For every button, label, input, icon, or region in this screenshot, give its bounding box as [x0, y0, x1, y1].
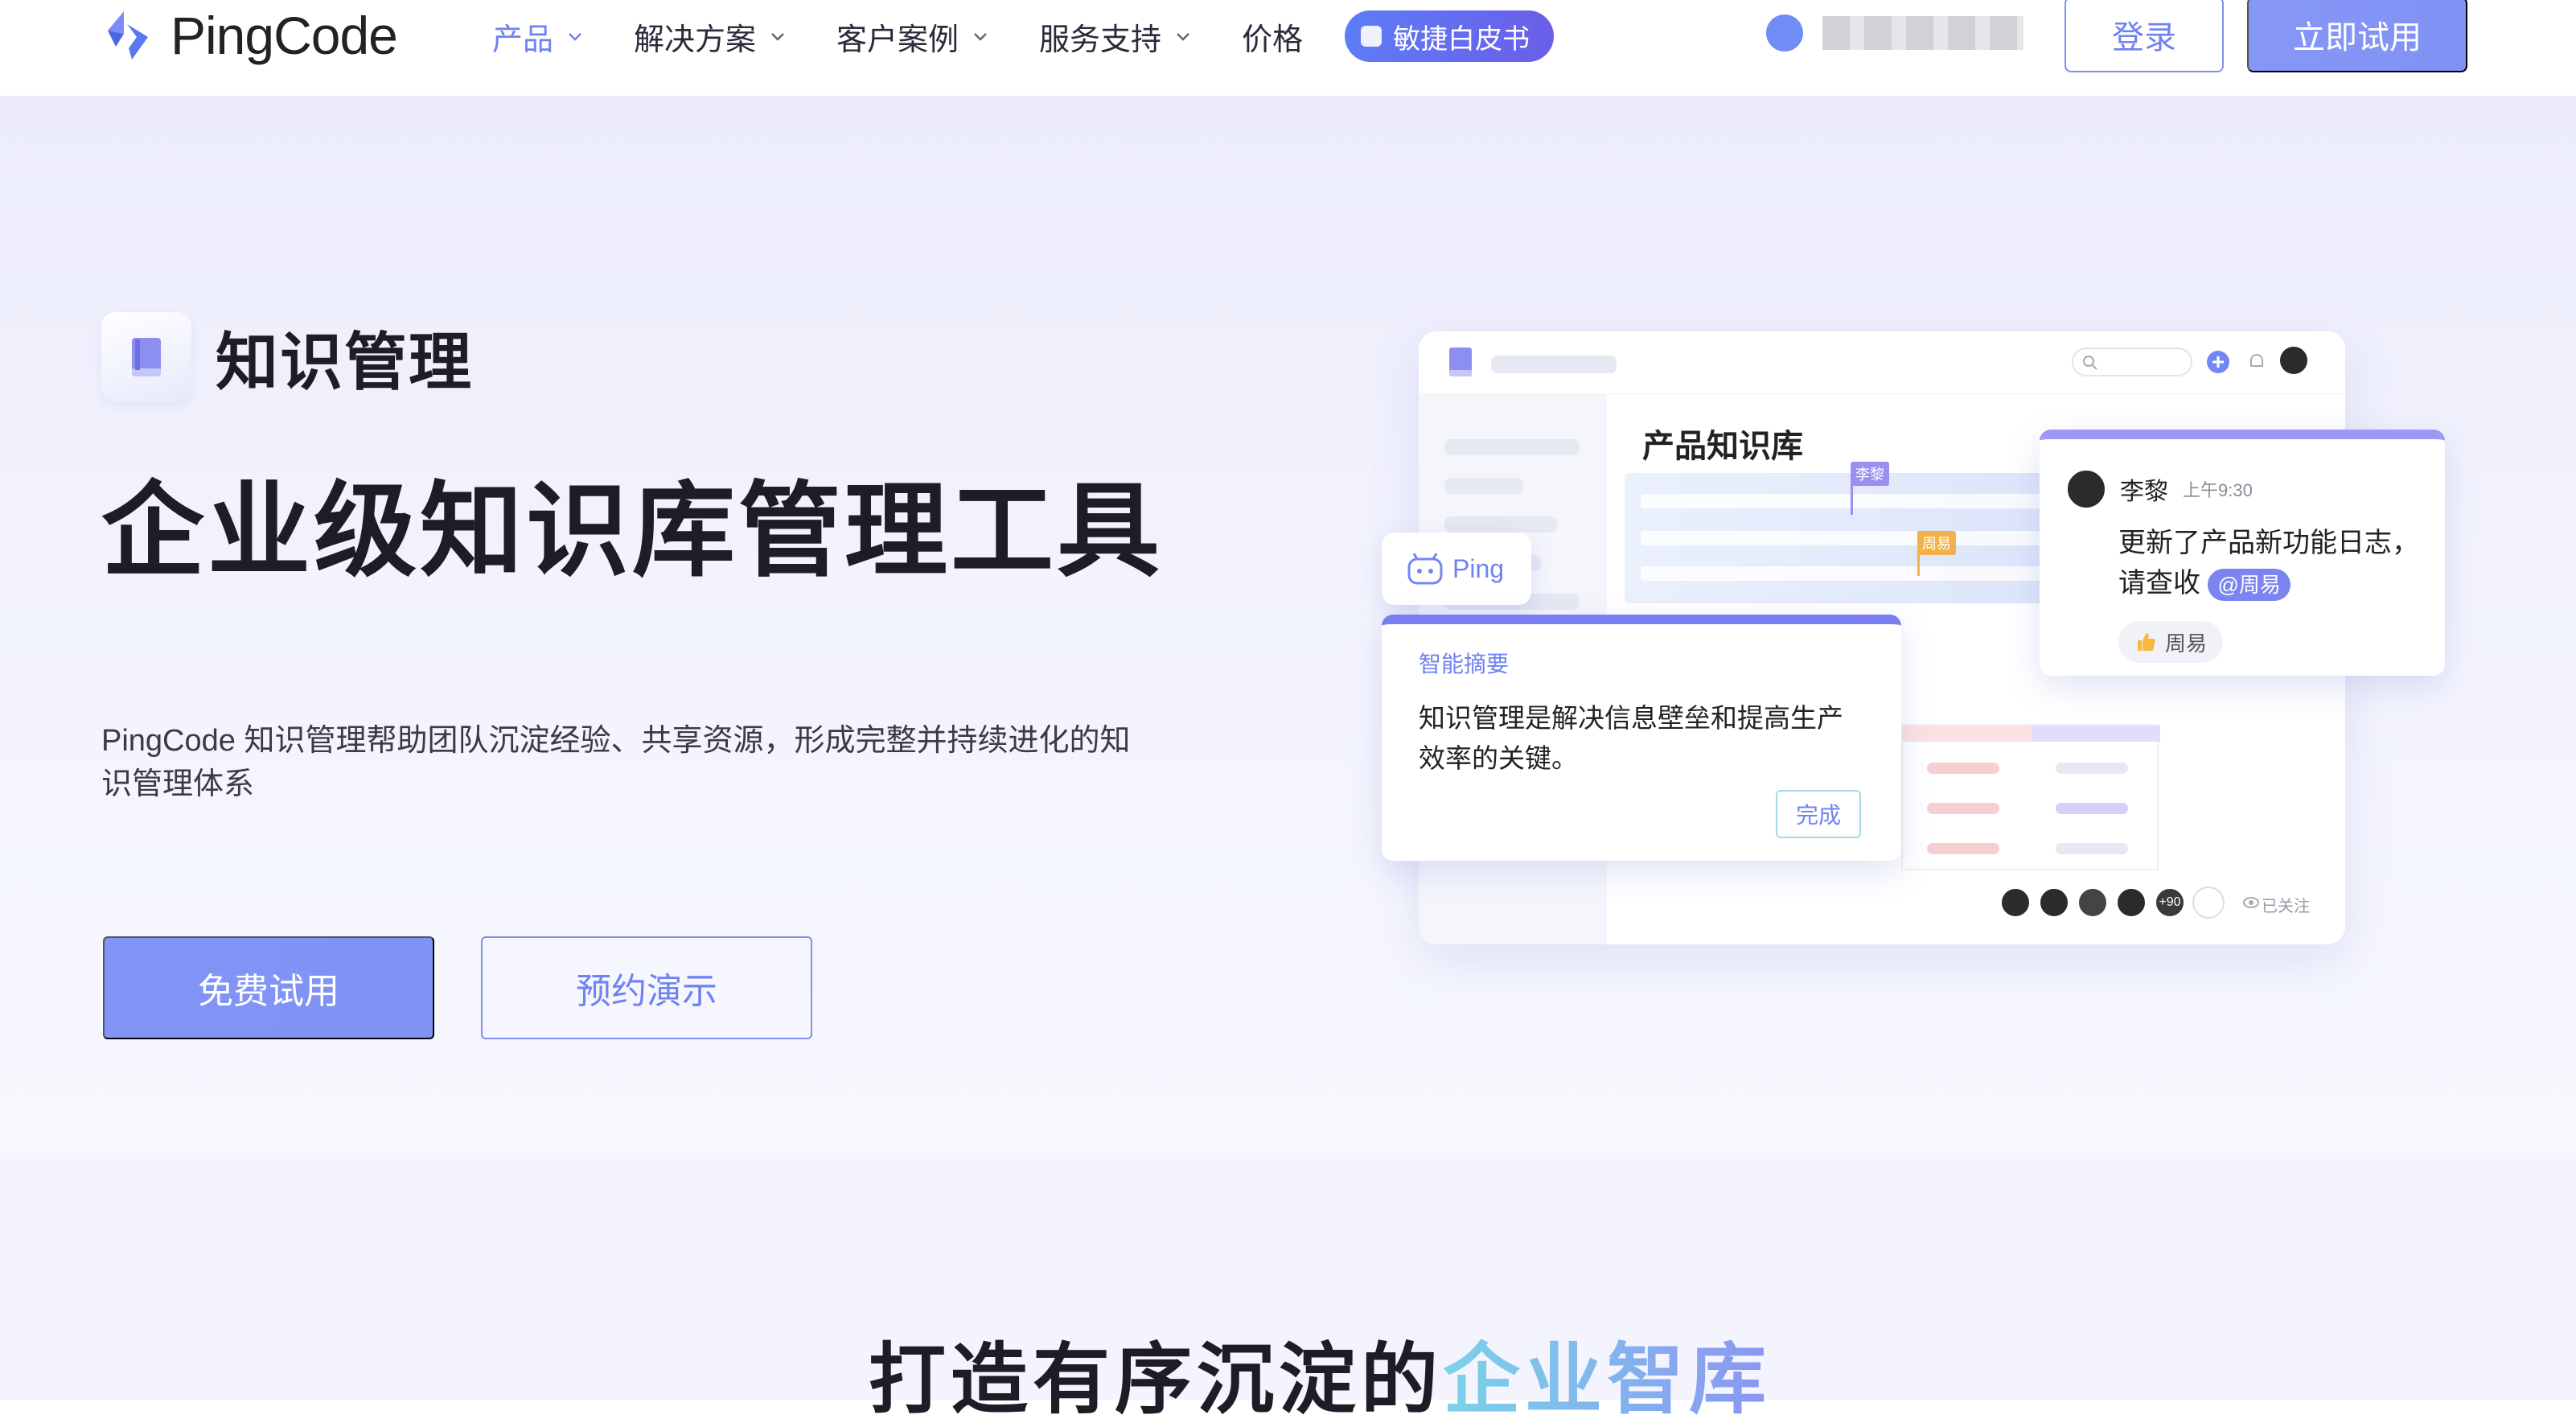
- placeholder-bar: [2056, 763, 2128, 774]
- brand-logo[interactable]: PingCode: [100, 3, 398, 68]
- section-title: 打造有序沉淀的企业智库: [869, 1342, 1771, 1419]
- placeholder-bar: [1641, 494, 2043, 508]
- nav-item-label: 客户案例: [836, 23, 959, 57]
- table-header: [2032, 726, 2160, 742]
- bell-icon: [2250, 354, 2263, 367]
- ping-assistant-card: Ping: [1382, 533, 1531, 605]
- chevron-down-icon: [974, 33, 987, 41]
- chevron-down-icon: [569, 33, 581, 41]
- collaborator-tag: 周易: [1917, 531, 1956, 555]
- placeholder-bar: [1444, 439, 1580, 455]
- summary-done-button: 完成: [1776, 790, 1861, 838]
- phone-number-redacted: [1822, 16, 2023, 50]
- comment-text: 更新了产品新功能日志，请查收 @周易: [2118, 523, 2432, 603]
- plus-icon: [2207, 351, 2229, 373]
- comment-time: 上午9:30: [2183, 480, 2253, 500]
- placeholder-bar: [1444, 516, 1557, 533]
- avatar: [2115, 886, 2147, 919]
- nav-item-support[interactable]: 服务支持: [1039, 14, 1192, 59]
- eye-icon: [2243, 897, 2259, 908]
- nav-item-cases[interactable]: 客户案例: [836, 14, 989, 59]
- free-trial-button[interactable]: 免费试用: [103, 936, 434, 1039]
- product-name: 知识管理: [216, 327, 474, 397]
- avatar: [2077, 886, 2109, 919]
- product-badge: 知识管理: [101, 312, 473, 402]
- comment-author: 李黎: [2120, 479, 2168, 505]
- nav-item-pricing[interactable]: 价格: [1242, 14, 1303, 59]
- phone-icon: [1766, 14, 1803, 51]
- avatar: [2278, 344, 2310, 376]
- placeholder-bar: [1927, 843, 1999, 854]
- table-header: [1903, 726, 2032, 742]
- placeholder-bar: [1641, 566, 2043, 581]
- top-navigation-bar: PingCode 产品 解决方案 客户案例 服务支持 价格 敏捷白皮书 登录 立…: [0, 0, 2576, 97]
- table-preview: [1901, 724, 2160, 870]
- avatar-more-count: +90: [2154, 886, 2186, 919]
- follow-label: 已关注: [2262, 898, 2310, 915]
- document-preview: [1625, 473, 2059, 603]
- like-user: 周易: [2165, 631, 2208, 656]
- ai-summary-label: 智能摘要: [1419, 652, 1510, 677]
- chevron-down-icon: [1177, 33, 1189, 41]
- book-icon: [132, 338, 161, 376]
- avatar: [2038, 886, 2070, 919]
- nav-item-label: 解决方案: [634, 23, 757, 57]
- section-title-highlight: 企业智库: [1443, 1337, 1771, 1423]
- nav-item-label: 价格: [1242, 23, 1304, 57]
- pingcode-logo-icon: [108, 11, 148, 60]
- collaborator-tag: 李黎: [1851, 462, 1889, 486]
- placeholder-bar: [1641, 531, 2043, 545]
- book-icon: [1449, 348, 1472, 376]
- placeholder-bar: [1927, 763, 1999, 774]
- whitepaper-link[interactable]: 敏捷白皮书: [1345, 10, 1555, 62]
- nav-item-solutions[interactable]: 解决方案: [634, 14, 787, 59]
- whitepaper-label: 敏捷白皮书: [1393, 23, 1530, 55]
- search-icon: [2083, 356, 2097, 370]
- main-nav: 产品 解决方案 客户案例 服务支持 价格 敏捷白皮书: [492, 8, 1555, 64]
- comment-card: 李黎 上午9:30 更新了产品新功能日志，请查收 @周易 周易: [2040, 430, 2445, 676]
- placeholder-bar: [2056, 843, 2128, 854]
- kb-title: 产品知识库: [1642, 429, 1803, 464]
- nav-item-product[interactable]: 产品: [492, 14, 584, 59]
- ping-label: Ping: [1452, 553, 1505, 583]
- brand-name: PingCode: [171, 6, 398, 65]
- book-icon-tile: [101, 312, 191, 402]
- hero-title: 企业级知识库管理工具: [101, 474, 1164, 589]
- try-now-button[interactable]: 立即试用: [2247, 0, 2467, 72]
- ping-robot-icon: [1407, 553, 1443, 585]
- contact-phone[interactable]: [1766, 14, 2023, 51]
- placeholder-bar: [1444, 478, 1523, 494]
- comment-mention: @周易: [2208, 569, 2290, 601]
- avatar-placeholder: [2192, 886, 2225, 919]
- login-button[interactable]: 登录: [2064, 0, 2224, 72]
- avatar: [1999, 886, 2032, 919]
- feature-section: 打造有序沉淀的企业智库: [0, 1158, 2576, 1419]
- placeholder-bar: [2056, 803, 2128, 814]
- nav-item-label: 服务支持: [1039, 23, 1162, 57]
- placeholder-bar: [1491, 356, 1617, 373]
- hero-description: PingCode 知识管理帮助团队沉淀经验、共享资源，形成完整并持续进化的知识管…: [101, 724, 1131, 801]
- whitepaper-icon: [1361, 26, 1382, 47]
- search-box: [2072, 348, 2192, 376]
- illustration-topbar: [1419, 331, 2345, 394]
- comment-like-reaction: 周易: [2118, 621, 2224, 663]
- ai-summary-card: 智能摘要 知识管理是解决信息壁垒和提高生产效率的关键。 完成: [1382, 615, 1901, 861]
- nav-item-label: 产品: [492, 23, 554, 57]
- chevron-down-icon: [771, 33, 784, 41]
- placeholder-bar: [1927, 803, 1999, 814]
- book-demo-button[interactable]: 预约演示: [481, 936, 812, 1039]
- avatar: [2065, 468, 2107, 510]
- section-title-main: 打造有序沉淀的: [869, 1337, 1443, 1423]
- ai-summary-text: 知识管理是解决信息壁垒和提高生产效率的关键。: [1419, 703, 1843, 773]
- thumbs-up-icon: [2138, 633, 2155, 651]
